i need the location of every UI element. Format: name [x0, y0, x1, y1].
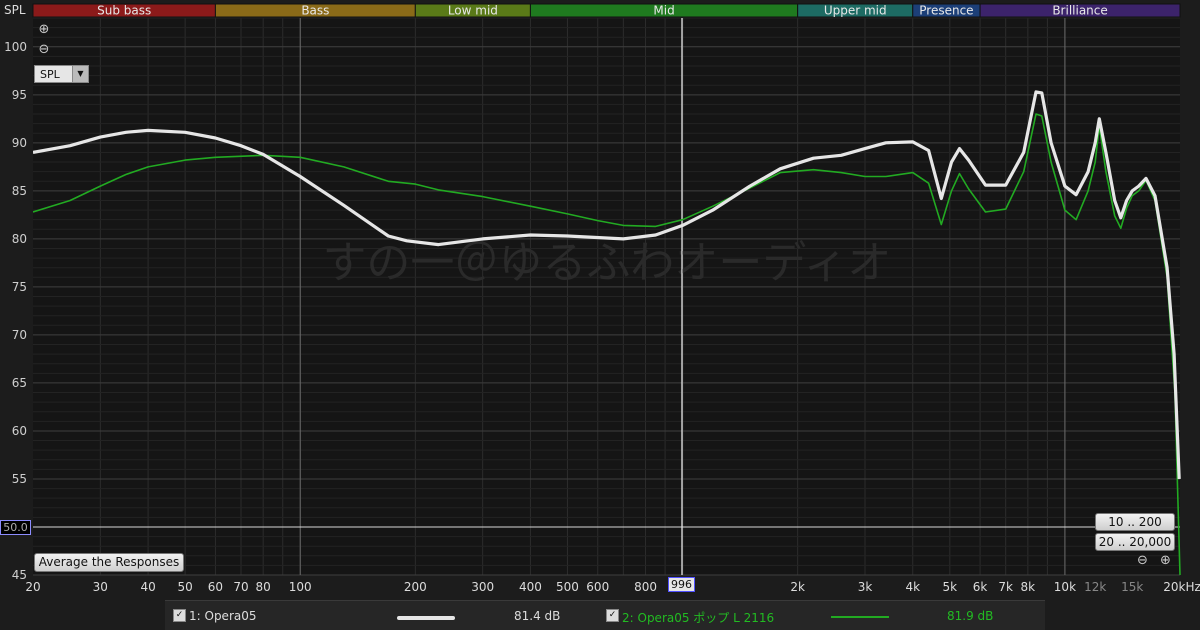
x-tick-label: 15k: [1121, 580, 1143, 594]
band-label: Mid: [653, 4, 674, 18]
zoom-in-icon[interactable]: ⊕: [37, 23, 51, 37]
x-tick-label: 4k: [905, 580, 920, 594]
reference-level-input[interactable]: 50.0: [0, 520, 31, 535]
legend-checkbox-2[interactable]: ✓: [606, 609, 619, 622]
x-tick-label: 80: [256, 580, 271, 594]
x-tick-label: 2k: [790, 580, 805, 594]
band-label: Bass: [301, 4, 329, 18]
x-tick-label: 20kHz: [1163, 580, 1200, 594]
band-label: Sub bass: [97, 4, 151, 18]
range-20-20000-button[interactable]: 20 .. 20,000: [1095, 533, 1175, 551]
y-tick-label: 100: [4, 40, 27, 54]
mode-select[interactable]: SPL ▼: [34, 65, 89, 83]
legend-swatch-2: [831, 616, 889, 618]
zoom-out-icon[interactable]: ⊖: [37, 43, 51, 57]
zoom-out-icon[interactable]: ⊖: [1137, 553, 1148, 568]
y-tick-label: 65: [12, 376, 27, 390]
legend-bar: ✓ 1: Opera05 81.4 dB ✓ 2: Opera05 ポップ L …: [165, 600, 1045, 630]
band-label: Low mid: [448, 4, 498, 18]
x-tick-label: 600: [586, 580, 609, 594]
y-tick-label: 95: [12, 88, 27, 102]
frequency-response-plot[interactable]: 4555606570758085909510020 30 40 50 60 70 80 100…: [0, 0, 1200, 629]
x-tick-label: 8k: [1021, 580, 1036, 594]
x-tick-label: 5k: [943, 580, 958, 594]
band-label: Presence: [919, 4, 973, 18]
x-tick-label: 500: [556, 580, 579, 594]
zoom-controls: ⊖ ⊕: [1137, 553, 1179, 568]
legend-level-1: 81.4 dB: [514, 609, 561, 623]
y-axis-label: SPL: [4, 3, 26, 17]
x-tick-label: 50: [178, 580, 193, 594]
x-tick-label: 40: [140, 580, 155, 594]
y-tick-label: 60: [12, 424, 27, 438]
x-tick-label: 200: [404, 580, 427, 594]
x-tick-label: 800: [634, 580, 657, 594]
range-10-200-button[interactable]: 10 .. 200: [1095, 513, 1175, 531]
average-responses-button[interactable]: Average the Responses: [34, 553, 184, 572]
cursor-frequency-readout: 996: [668, 577, 695, 592]
chevron-down-icon: ▼: [72, 66, 88, 82]
zoom-in-icon[interactable]: ⊕: [1160, 553, 1171, 568]
y-tick-label: 55: [12, 472, 27, 486]
x-tick-label: 100: [289, 580, 312, 594]
y-tick-label: 90: [12, 136, 27, 150]
x-tick-label: 30: [93, 580, 108, 594]
legend-level-2: 81.9 dB: [947, 609, 994, 623]
y-tick-label: 80: [12, 232, 27, 246]
x-tick-label: 300: [471, 580, 494, 594]
y-tick-label: 75: [12, 280, 27, 294]
legend-checkbox-1[interactable]: ✓: [173, 609, 186, 622]
y-tick-label: 85: [12, 184, 27, 198]
x-tick-label: 6k: [973, 580, 988, 594]
band-label: Brilliance: [1052, 4, 1107, 18]
watermark: すの一＠ゆるふわオーディオ: [322, 237, 891, 288]
legend-name-2: 2: Opera05 ポップ L 2116: [622, 611, 775, 625]
legend-swatch-1: [397, 616, 455, 620]
band-label: Upper mid: [824, 4, 887, 18]
x-tick-label: 400: [519, 580, 542, 594]
x-tick-label: 60: [208, 580, 223, 594]
legend-name-1: 1: Opera05: [189, 609, 257, 623]
x-tick-label: 7k: [998, 580, 1013, 594]
mode-select-value: SPL: [40, 68, 60, 81]
x-tick-label: 10k: [1054, 580, 1076, 594]
x-tick-label: 20: [25, 580, 40, 594]
x-tick-label: 3k: [858, 580, 873, 594]
y-tick-label: 70: [12, 328, 27, 342]
x-tick-label: 12k: [1084, 580, 1106, 594]
x-tick-label: 70: [233, 580, 248, 594]
